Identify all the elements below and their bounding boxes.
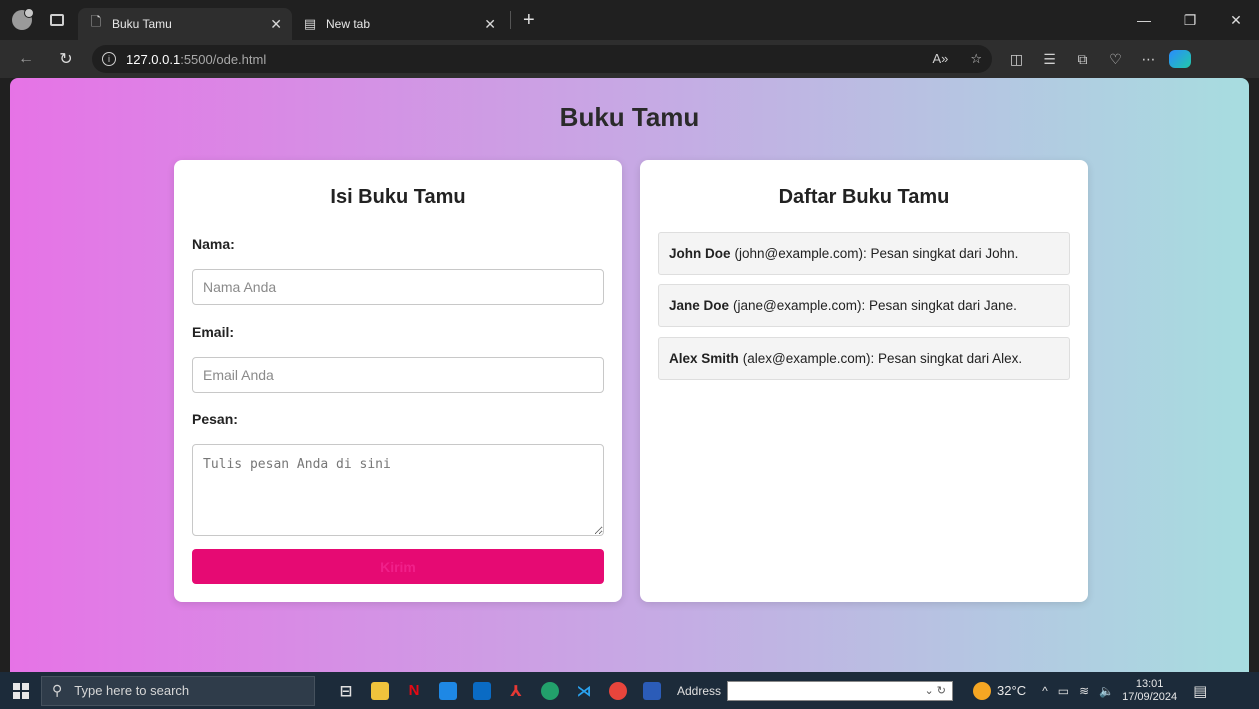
mail-icon[interactable] <box>431 672 465 709</box>
clock-time: 13:01 <box>1135 677 1164 690</box>
message-textarea[interactable] <box>192 444 604 536</box>
tab-actions-icon[interactable] <box>50 14 64 26</box>
netflix-icon[interactable]: N <box>397 672 431 709</box>
url-field[interactable]: i 127.0.0.1:5500/ode.html A» ☆ <box>92 45 992 73</box>
pdf-icon[interactable]: ⅄ <box>499 672 533 709</box>
entry-name: Alex Smith <box>669 351 739 366</box>
submit-button[interactable]: Kirim <box>192 549 604 584</box>
outlook-icon[interactable] <box>465 672 499 709</box>
page-title: Buku Tamu <box>559 102 700 132</box>
notification-icon[interactable]: ▤ <box>1193 682 1207 700</box>
favorite-star-icon[interactable]: ☆ <box>970 51 982 67</box>
info-icon[interactable]: i <box>102 52 116 66</box>
copilot-icon[interactable] <box>1169 50 1191 68</box>
address-dropdown-icon[interactable]: ⌄ ↻ <box>925 684 947 697</box>
weather-widget[interactable]: 32°C <box>973 681 1027 700</box>
page-viewport: Buku Tamu Isi Buku Tamu Nama: Email: Pes… <box>10 78 1249 672</box>
clock[interactable]: 13:01 17/09/2024 <box>1122 678 1177 704</box>
list-item: Jane Doe (jane@example.com): Pesan singk… <box>658 284 1070 327</box>
form-title: Isi Buku Tamu <box>330 186 466 208</box>
browser-tab-bar: 🗋 Buku Tamu ✕ ▤ New tab ✕ + — ❐ ✕ <box>0 0 1259 40</box>
entry-detail: (alex@example.com): Pesan singkat dari A… <box>742 351 1023 366</box>
collections-icon[interactable]: ⧉ <box>1066 51 1099 68</box>
more-icon[interactable]: ⋯ <box>1132 51 1165 68</box>
weather-sun-icon <box>973 681 992 700</box>
profile-avatar[interactable] <box>12 8 34 30</box>
taskbar-search[interactable]: ⚲ Type here to search <box>41 675 315 706</box>
new-tab-button[interactable]: + <box>523 10 535 30</box>
tab-title: New tab <box>326 17 371 31</box>
reload-icon[interactable]: ↻ <box>54 49 78 69</box>
url-actions: A» ☆ <box>932 51 982 67</box>
volume-icon[interactable]: 🔈 <box>1099 684 1114 698</box>
email-input[interactable] <box>192 357 604 393</box>
task-view-icon[interactable]: ⊟ <box>329 672 363 709</box>
vscode-icon[interactable]: ⋊ <box>567 672 601 709</box>
tab-buku-tamu[interactable]: 🗋 Buku Tamu ✕ <box>78 8 292 40</box>
guestbook-form-card: Isi Buku Tamu Nama: Email: Pesan: Kirim <box>174 160 622 602</box>
page-icon: 🗋 <box>90 14 102 29</box>
tab-separator <box>510 11 511 29</box>
url-host: 127.0.0.1 <box>126 51 181 67</box>
message-label: Pesan: <box>192 411 238 427</box>
window-controls: — ❐ ✕ <box>1121 0 1259 40</box>
address-toolbar-input[interactable]: ⌄ ↻ <box>727 680 954 701</box>
temperature: 32°C <box>997 683 1027 698</box>
wifi-icon[interactable]: ≋ <box>1079 684 1089 698</box>
list-item: John Doe (john@example.com): Pesan singk… <box>658 232 1070 275</box>
restore-icon[interactable]: ❐ <box>1167 12 1213 29</box>
clock-date: 17/09/2024 <box>1122 690 1178 703</box>
guestbook-list-card: Daftar Buku Tamu John Doe (john@example.… <box>640 160 1088 602</box>
entry-name: Jane Doe <box>669 298 730 313</box>
close-icon[interactable]: ✕ <box>484 16 496 33</box>
minimize-icon[interactable]: — <box>1121 12 1167 28</box>
address-bar: ← ↻ i 127.0.0.1:5500/ode.html A» ☆ ◫ ☰ ⧉… <box>0 40 1259 78</box>
url-path: :5500/ode.html <box>180 51 267 67</box>
name-label: Nama: <box>192 236 235 252</box>
toolbar: ◫ ☰ ⧉ ♡ ⋯ <box>1000 51 1165 68</box>
tab-title: Buku Tamu <box>112 17 172 31</box>
email-label: Email: <box>192 324 235 340</box>
word-icon[interactable] <box>635 672 669 709</box>
chrome-icon[interactable] <box>601 672 635 709</box>
battery-icon[interactable]: ▭ <box>1058 684 1069 698</box>
file-explorer-icon[interactable] <box>363 672 397 709</box>
address-toolbar-label: Address <box>677 683 722 698</box>
tab-new-tab[interactable]: ▤ New tab ✕ <box>292 8 506 40</box>
close-window-icon[interactable]: ✕ <box>1213 12 1259 29</box>
edge-icon[interactable] <box>533 672 567 709</box>
back-arrow-icon[interactable]: ← <box>14 50 38 68</box>
split-screen-icon[interactable]: ◫ <box>1000 51 1033 68</box>
search-placeholder: Type here to search <box>74 683 190 698</box>
entry-name: John Doe <box>669 246 731 261</box>
chevron-up-icon[interactable]: ^ <box>1042 684 1048 698</box>
heart-icon[interactable]: ♡ <box>1099 51 1132 68</box>
entry-detail: (john@example.com): Pesan singkat dari J… <box>734 246 1019 261</box>
system-tray: ^ ▭ ≋ 🔈 <box>1042 684 1114 698</box>
taskbar-apps: ⊟ N ⅄ ⋊ <box>329 672 669 709</box>
name-input[interactable] <box>192 269 604 305</box>
list-title: Daftar Buku Tamu <box>778 186 950 208</box>
list-item: Alex Smith (alex@example.com): Pesan sin… <box>658 337 1070 380</box>
search-icon: ⚲ <box>52 682 63 698</box>
windows-taskbar: ⚲ Type here to search ⊟ N ⅄ ⋊ Address ⌄ … <box>0 672 1259 709</box>
close-icon[interactable]: ✕ <box>270 16 282 33</box>
entry-detail: (jane@example.com): Pesan singkat dari J… <box>733 298 1017 313</box>
windows-start-icon[interactable] <box>13 682 29 699</box>
favorites-icon[interactable]: ☰ <box>1033 51 1066 68</box>
newtab-icon: ▤ <box>303 16 317 31</box>
read-aloud-icon[interactable]: A» <box>932 51 948 67</box>
